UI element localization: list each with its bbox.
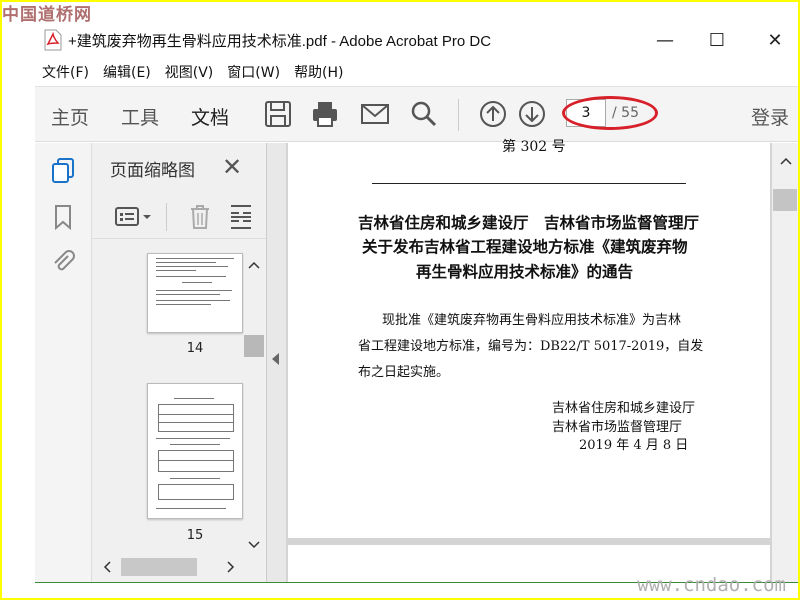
scroll-up-arrow-icon	[248, 261, 260, 269]
doc-number: 第 302 号	[502, 139, 566, 155]
login-button[interactable]: 登录	[751, 103, 789, 130]
watermark-top: 中国道桥网	[2, 5, 92, 25]
search-icon[interactable]	[409, 99, 439, 129]
collapse-panel-icon	[272, 353, 279, 365]
maximize-button[interactable]: ☐	[694, 20, 740, 60]
watermark-bottom: www.cndao.com	[637, 574, 786, 596]
doc-signature-2: 吉林省市场监督管理厅	[552, 420, 683, 435]
print-icon[interactable]	[310, 99, 340, 129]
save-icon[interactable]	[263, 99, 293, 129]
highlight-oval	[562, 96, 658, 130]
tab-home[interactable]: 主页	[51, 103, 89, 130]
doc-scroll-thumb[interactable]	[773, 189, 797, 211]
bookmark-icon[interactable]	[49, 203, 77, 231]
doc-title-line-2: 关于发布吉林省工程建设地方标准《建筑废弃物	[362, 237, 688, 256]
tab-document[interactable]: 文档	[191, 103, 230, 146]
panel-hscroll-thumb[interactable]	[121, 558, 197, 576]
left-nav-pane	[35, 143, 91, 582]
thumbnail-label-15: 15	[186, 528, 204, 543]
menu-help[interactable]: 帮助(H)	[294, 62, 343, 82]
thumbnail-panel: 页面缩略图 ✕ 14 15	[91, 143, 267, 582]
pdf-file-icon	[44, 29, 62, 51]
menu-file[interactable]: 文件(F)	[42, 62, 89, 82]
document-vertical-scrollbar[interactable]	[772, 143, 798, 582]
doc-signature-1: 吉林省住房和城乡建设厅	[552, 401, 696, 416]
page-layout-icon[interactable]	[228, 203, 254, 231]
thumbnail-page-14[interactable]	[147, 253, 243, 333]
attachment-icon[interactable]	[49, 247, 77, 275]
close-window-button[interactable]: ✕	[752, 20, 798, 60]
header-rule	[372, 183, 686, 184]
tab-tools[interactable]: 工具	[121, 103, 159, 130]
panel-close-button[interactable]: ✕	[222, 153, 242, 181]
menu-edit[interactable]: 编辑(E)	[103, 62, 151, 82]
email-icon[interactable]	[360, 99, 390, 129]
pdf-page: 第 302 号 吉林省住房和城乡建设厅 吉林省市场监督管理厅 关于发布吉林省工程…	[288, 139, 770, 538]
page-thumbnails-icon[interactable]	[49, 157, 77, 185]
title-bar: +建筑废弃物再生骨料应用技术标准.pdf - Adobe Acrobat Pro…	[2, 20, 798, 60]
thumbnail-label-14: 14	[186, 341, 204, 356]
panel-toolbar	[92, 195, 267, 239]
toolbar-divider	[458, 99, 459, 131]
menu-view[interactable]: 视图(V)	[165, 62, 214, 82]
document-view: 第 302 号 吉林省住房和城乡建设厅 吉林省市场监督管理厅 关于发布吉林省工程…	[286, 139, 772, 585]
doc-body-line-1: 现批准《建筑废弃物再生骨料应用技术标准》为吉林	[382, 313, 682, 328]
window-title: +建筑废弃物再生骨料应用技术标准.pdf - Adobe Acrobat Pro…	[68, 32, 492, 50]
panel-splitter[interactable]	[266, 143, 286, 582]
doc-date: 2019 年 4 月 8 日	[579, 438, 689, 453]
thumbnail-page-15[interactable]	[147, 383, 243, 519]
scroll-down-arrow-icon	[248, 541, 260, 549]
app-window: +建筑废弃物再生骨料应用技术标准.pdf - Adobe Acrobat Pro…	[2, 2, 798, 598]
doc-body-line-3: 布之日起实施。	[358, 365, 450, 380]
delete-icon[interactable]	[188, 203, 212, 231]
panel-scroll-thumb[interactable]	[244, 335, 264, 357]
scroll-right-arrow-icon	[227, 561, 235, 573]
minimize-button[interactable]: —	[642, 20, 688, 60]
doc-body-line-2: 省工程建设地方标准，编号为：DB22/T 5017-2019，自发	[358, 339, 704, 354]
doc-title-line-1: 吉林省住房和城乡建设厅 吉林省市场监督管理厅	[358, 213, 700, 232]
menu-window[interactable]: 窗口(W)	[227, 62, 280, 82]
page-up-icon[interactable]	[478, 99, 508, 129]
panel-horizontal-scrollbar[interactable]	[97, 556, 243, 578]
thumbnail-options-icon[interactable]	[114, 205, 154, 229]
menu-bar: 文件(F) 编辑(E) 视图(V) 窗口(W) 帮助(H)	[2, 60, 798, 84]
toolbar: 主页 工具 文档 3 / 55 登录	[35, 86, 798, 146]
doc-scroll-up-icon	[780, 157, 792, 165]
page-down-icon[interactable]	[517, 99, 547, 129]
panel-vertical-scrollbar[interactable]	[244, 251, 264, 556]
panel-divider	[166, 203, 167, 231]
scroll-left-arrow-icon	[103, 561, 111, 573]
doc-title-line-3: 再生骨料应用技术标准》的通告	[416, 262, 634, 281]
panel-title: 页面缩略图	[110, 161, 195, 181]
